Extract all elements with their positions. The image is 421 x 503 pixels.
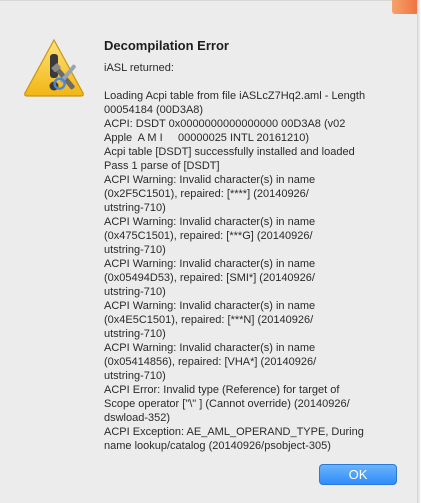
message-line: ACPI Warning: Invalid character(s) in na… (104, 342, 316, 354)
message-line: utstring-710) (104, 286, 166, 298)
message-line: Scope operator ["\" ] (Cannot override) … (104, 398, 350, 410)
error-message: Loading Acpi table from file iASLcZ7Hq2.… (104, 89, 404, 453)
message-line: utstring-710) (104, 244, 166, 256)
message-line: Acpi table [DSDT] successfully installed… (104, 146, 355, 158)
message-line: name lookup/catalog (20140926/psobject-3… (104, 440, 331, 452)
dialog-top-edge (0, 0, 417, 1)
message-line: utstring-710) (104, 370, 166, 382)
message-line: ACPI: DSDT 0x0000000000000000 00D3A8 (v0… (104, 118, 346, 130)
message-line: ACPI Exception: AE_AML_OPERAND_TYPE, Dur… (104, 426, 364, 438)
error-dialog: Decompilation Error iASL returned: Loadi… (0, 0, 421, 503)
ok-button[interactable]: OK (319, 464, 397, 485)
message-line: Apple A M I 00000025 INTL 20161210) (104, 132, 310, 144)
dialog-subtitle: iASL returned: (104, 62, 174, 74)
message-line: Pass 1 parse of [DSDT] (104, 160, 220, 172)
message-line: ACPI Warning: Invalid character(s) in na… (104, 258, 316, 270)
warning-icon (22, 36, 86, 100)
message-line: ACPI Warning: Invalid character(s) in na… (104, 300, 316, 312)
message-line: ACPI Warning: Invalid character(s) in na… (104, 216, 316, 228)
message-line: dswload-352) (104, 412, 171, 424)
dialog-title: Decompilation Error (104, 38, 229, 53)
message-line: (0x2F5C1501), repaired: [****] (20140926… (104, 188, 309, 200)
message-line: (0x475C1501), repaired: [***G] (20140926… (104, 230, 313, 242)
message-line: Loading Acpi table from file iASLcZ7Hq2.… (104, 90, 366, 102)
message-line: (0x4E5C1501), repaired: [***N] (20140926… (104, 314, 314, 326)
window-edge-accent (392, 0, 417, 14)
message-line: (0x05414856), repaired: [VHA*] (20140926… (104, 356, 317, 368)
message-line: utstring-710) (104, 202, 166, 214)
message-line: utstring-710) (104, 328, 166, 340)
message-line: (0x05494D53), repaired: [SMI*] (20140926… (104, 272, 315, 284)
message-line: ACPI Warning: Invalid character(s) in na… (104, 174, 316, 186)
message-line: ACPI Error: Invalid type (Reference) for… (104, 384, 340, 396)
message-line: 00054184 (00D3A8) (104, 104, 204, 116)
